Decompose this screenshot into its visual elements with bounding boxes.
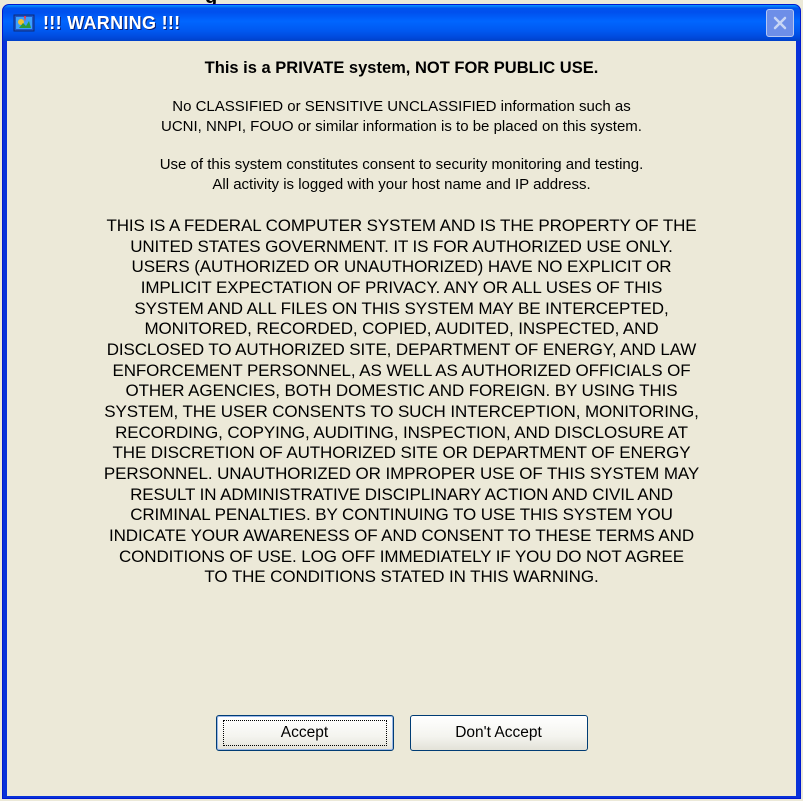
close-icon	[773, 16, 787, 30]
legal-line: CRIMINAL PENALTIES. BY CONTINUING TO USE…	[130, 505, 673, 525]
legal-line: RECORDING, COPYING, AUDITING, INSPECTION…	[115, 422, 688, 442]
close-button[interactable]	[766, 9, 794, 37]
legal-line: RESULT IN ADMINISTRATIVE DISCIPLINARY AC…	[130, 484, 673, 504]
classified-notice-line-1: No CLASSIFIED or SENSITIVE UNCLASSIFIED …	[172, 98, 631, 115]
app-icon	[13, 12, 35, 34]
legal-line: THE DISCRETION OF AUTHORIZED SITE OR DEP…	[112, 443, 691, 463]
title-bar[interactable]: !!! WARNING !!!	[3, 5, 800, 41]
legal-line: CONDITIONS OF USE. LOG OFF IMMEDIATELY I…	[118, 546, 685, 566]
classified-notice-line-2: UCNI, NNPI, FOUO or similar information …	[161, 117, 642, 135]
legal-line: MONITORED, RECORDED, COPIED, AUDITED, IN…	[144, 319, 659, 339]
accept-button[interactable]: Accept	[215, 715, 394, 751]
dont-accept-button[interactable]: Don't Accept	[409, 715, 588, 751]
legal-line: INDICATE YOUR AWARENESS OF AND CONSENT T…	[108, 525, 694, 545]
monitoring-notice: Use of this system constitutes consent t…	[7, 155, 796, 194]
dialog-body: This is a PRIVATE system, NOT FOR PUBLIC…	[7, 41, 796, 796]
legal-notice: THIS IS A FEDERAL COMPUTER SYSTEM AND IS…	[7, 216, 796, 588]
monitoring-notice-line-1: Use of this system constitutes consent t…	[159, 156, 644, 173]
legal-line: OTHER AGENCIES, BOTH DOMESTIC AND FOREIG…	[125, 381, 678, 401]
legal-line: PERSONNEL. UNAUTHORIZED OR IMPROPER USE …	[103, 463, 700, 483]
legal-line: SYSTEM, THE USER CONSENTS TO SUCH INTERC…	[104, 401, 699, 421]
legal-line: UNITED STATES GOVERNMENT. IT IS FOR AUTH…	[130, 236, 673, 256]
legal-line: DISCLOSED TO AUTHORIZED SITE, DEPARTMENT…	[106, 339, 697, 359]
accept-button-label: Accept	[222, 720, 387, 746]
screen: g !!! WARNING !!! This is a PRIVATE	[0, 0, 803, 801]
legal-line: THIS IS A FEDERAL COMPUTER SYSTEM AND IS…	[106, 216, 697, 235]
legal-line: TO THE CONDITIONS STATED IN THIS WARNING…	[204, 567, 599, 587]
classified-notice: No CLASSIFIED or SENSITIVE UNCLASSIFIED …	[7, 97, 796, 136]
monitoring-notice-line-2: All activity is logged with your host na…	[212, 175, 591, 193]
legal-line: IMPLICIT EXPECTATION OF PRIVACY. ANY OR …	[140, 277, 663, 297]
warning-heading: This is a PRIVATE system, NOT FOR PUBLIC…	[204, 59, 599, 77]
legal-line: SYSTEM AND ALL FILES ON THIS SYSTEM MAY …	[134, 298, 669, 318]
legal-line: ENFORCEMENT PERSONNEL, AS WELL AS AUTHOR…	[112, 360, 691, 380]
warning-dialog: !!! WARNING !!! This is a PRIVATE system…	[2, 4, 801, 799]
legal-line: USERS (AUTHORIZED OR UNAUTHORIZED) HAVE …	[131, 257, 672, 277]
button-row: Accept Don't Accept	[7, 715, 796, 751]
window-title: !!! WARNING !!!	[43, 12, 181, 33]
